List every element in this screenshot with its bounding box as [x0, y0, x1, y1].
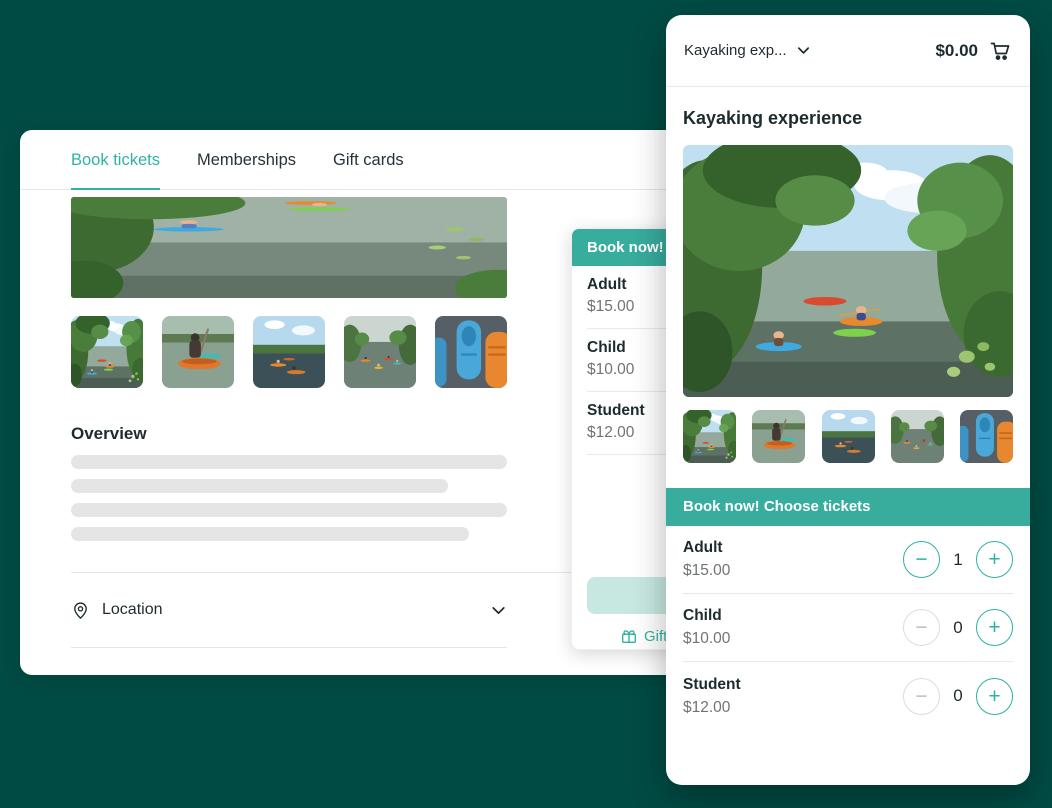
quantity-value: 0 [952, 686, 964, 706]
overview-skeleton-line [71, 479, 448, 493]
tab-book-tickets[interactable]: Book tickets [71, 130, 160, 190]
quantity-stepper: − 1 + [903, 541, 1013, 578]
ticket-name: Child [683, 606, 730, 626]
photo-thumbnail-4[interactable] [344, 316, 416, 388]
ticket-price: $10.00 [683, 628, 730, 649]
widget-photo-thumbnail-3[interactable] [822, 410, 875, 463]
river-photo [71, 197, 507, 298]
ticket-name: Student [683, 675, 741, 695]
ticket-row-child: Child $10.00 − 0 + [683, 594, 1013, 662]
ticket-row-student: Student $12.00 − 0 + [683, 662, 1013, 730]
kayaks-thumb-photo [960, 410, 1013, 463]
plus-circle-icon[interactable]: + [976, 541, 1013, 578]
quantity-stepper: − 0 + [903, 609, 1013, 646]
main-photo [71, 197, 507, 298]
photo-thumbnail-2[interactable] [162, 316, 234, 388]
ticket-name: Adult [683, 538, 730, 558]
plus-circle-icon[interactable]: + [976, 609, 1013, 646]
experience-selector[interactable]: Kayaking exp... [684, 42, 811, 59]
lake-thumb-photo [253, 316, 325, 388]
river-thumb-photo [71, 316, 143, 388]
overview-skeleton-line [71, 455, 507, 469]
minus-circle-icon[interactable]: − [903, 678, 940, 715]
photo-thumbnail-1[interactable] [71, 316, 143, 388]
ticket-row-adult: Adult $15.00 − 1 + [683, 526, 1013, 594]
minus-circle-icon[interactable]: − [903, 541, 940, 578]
widget-photo-thumbnail-4[interactable] [891, 410, 944, 463]
experience-title: Kayaking experience [683, 106, 1013, 130]
quantity-stepper: − 0 + [903, 678, 1013, 715]
overview-skeleton-line [71, 503, 507, 517]
tab-gift-cards[interactable]: Gift cards [333, 130, 404, 190]
photo-thumbnails [71, 316, 507, 388]
photo-thumbnail-3[interactable] [253, 316, 325, 388]
tab-bar: Book tickets Memberships Gift cards [20, 130, 710, 190]
cart-total: $0.00 [935, 41, 978, 61]
overview-heading: Overview [71, 423, 507, 445]
lake-thumb-photo [822, 410, 875, 463]
widget-photo-thumbnail-5[interactable] [960, 410, 1013, 463]
kayaker-thumb-photo [752, 410, 805, 463]
choose-tickets-band: Book now! Choose tickets [666, 488, 1030, 526]
widget-main-photo [683, 145, 1013, 397]
chevron-down-icon [490, 602, 507, 619]
group-thumb-photo [344, 316, 416, 388]
quantity-value: 1 [952, 550, 964, 570]
cart-button[interactable]: $0.00 [935, 39, 1012, 63]
widget-top-bar: Kayaking exp... $0.00 [666, 15, 1030, 87]
location-label: Location [102, 601, 163, 619]
photo-thumbnail-5[interactable] [435, 316, 507, 388]
group-thumb-photo [891, 410, 944, 463]
quantity-value: 0 [952, 618, 964, 638]
map-pin-icon [71, 601, 90, 620]
checkout-widget: Kayaking exp... $0.00 Kayaking experienc… [666, 15, 1030, 785]
river-photo [683, 145, 1013, 397]
kayaks-thumb-photo [435, 316, 507, 388]
minus-circle-icon[interactable]: − [903, 609, 940, 646]
widget-photo-thumbnails [683, 410, 1013, 463]
gift-link-label: Gift [644, 628, 667, 645]
location-accordion[interactable]: Location [71, 573, 507, 648]
widget-photo-thumbnail-2[interactable] [752, 410, 805, 463]
plus-circle-icon[interactable]: + [976, 678, 1013, 715]
experience-selector-label: Kayaking exp... [684, 42, 787, 59]
overview-skeleton-line [71, 527, 469, 541]
chevron-down-icon [796, 43, 811, 58]
tab-memberships[interactable]: Memberships [197, 130, 296, 190]
river-thumb-photo [683, 410, 736, 463]
gift-icon [620, 627, 638, 645]
page-background: Book tickets Memberships Gift cards Over… [0, 0, 1052, 808]
kayaker-thumb-photo [162, 316, 234, 388]
ticket-price: $12.00 [683, 697, 741, 718]
widget-photo-thumbnail-1[interactable] [683, 410, 736, 463]
shopping-cart-icon [988, 39, 1012, 63]
ticket-price: $15.00 [683, 560, 730, 581]
